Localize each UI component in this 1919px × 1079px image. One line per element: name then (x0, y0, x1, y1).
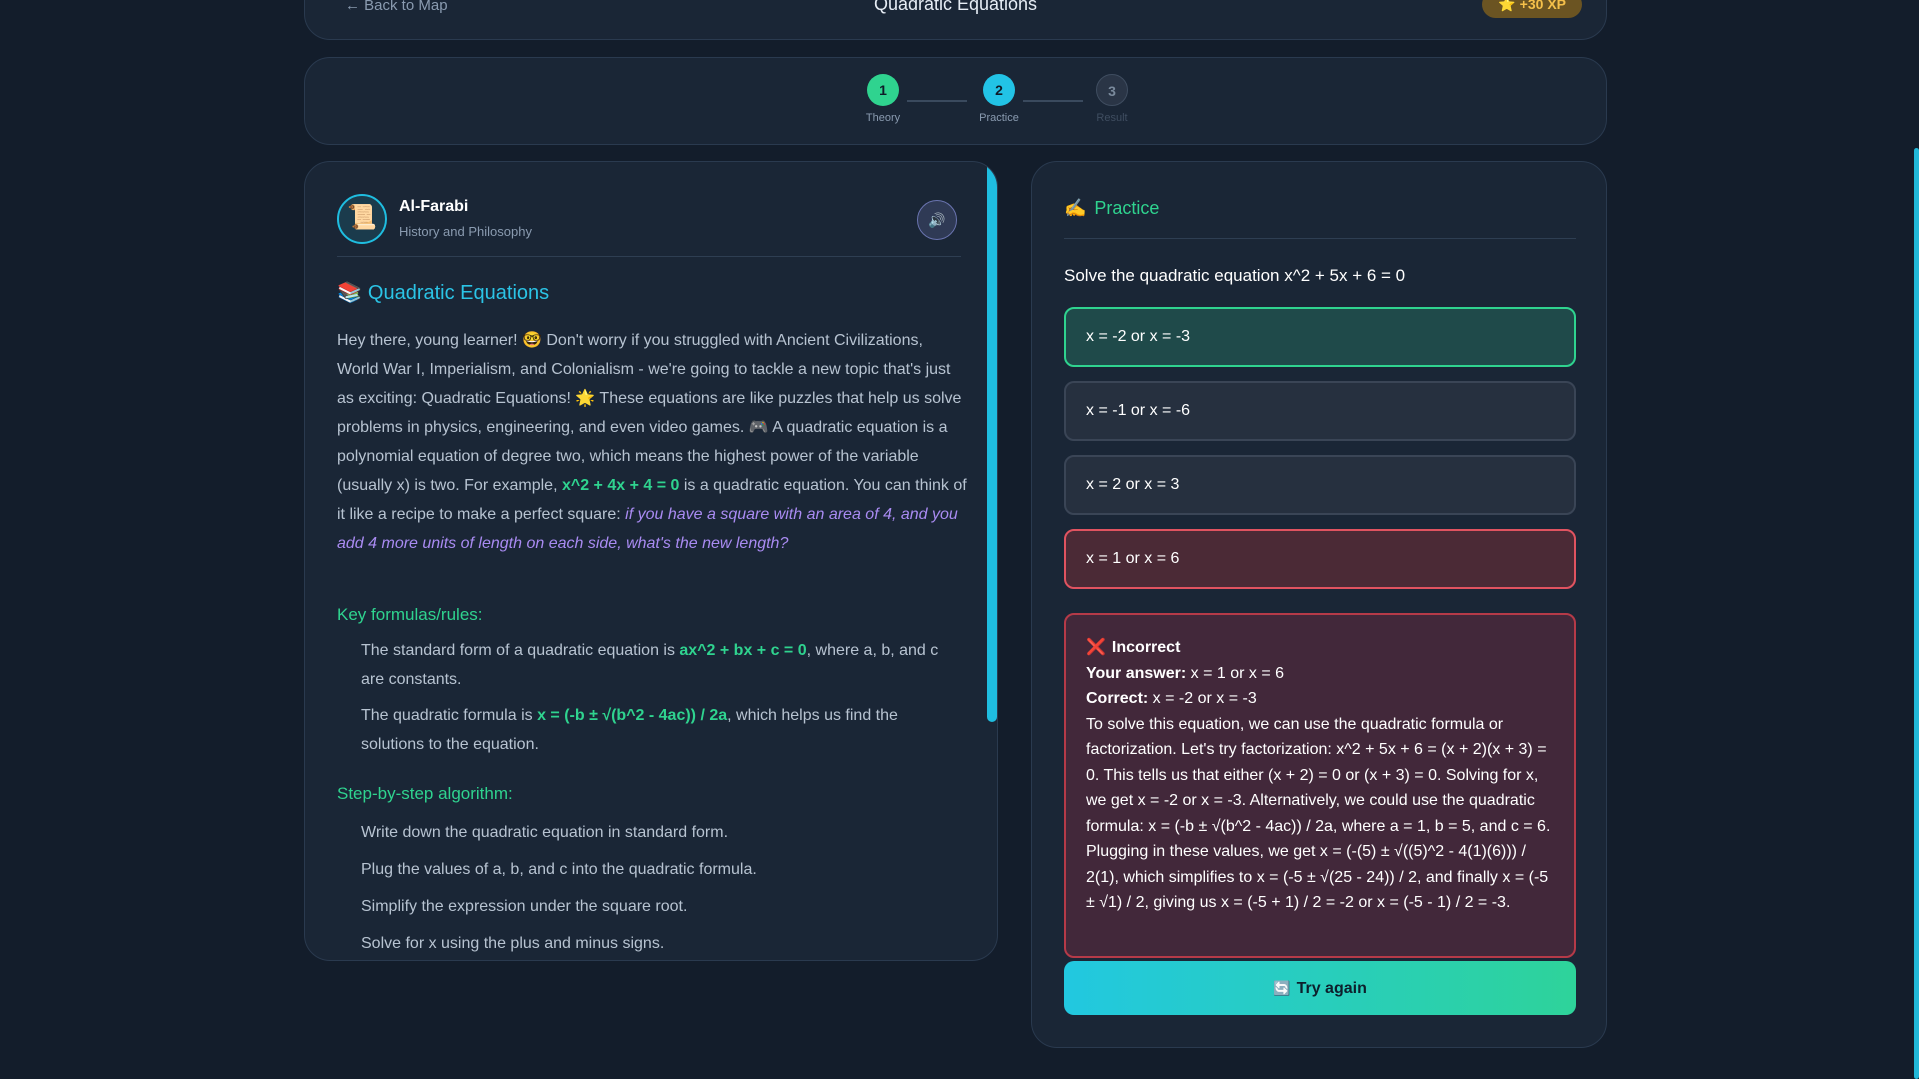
step-circle: 1 (867, 74, 899, 106)
algorithm-step: Plug the values of a, b, and c into the … (361, 861, 757, 878)
lesson-title-text: Quadratic Equations (367, 282, 550, 304)
try-again-button[interactable]: 🔄 Try again (1064, 961, 1576, 1015)
answer-option[interactable]: x = -2 or x = -3 (1064, 307, 1576, 367)
answer-option[interactable]: x = 2 or x = 3 (1064, 455, 1576, 515)
page-title: Quadratic Equations (873, 0, 1038, 14)
practice-header: ✍️ Practice (1064, 198, 1159, 219)
formula-highlight: x = (-b ± √(b^2 - 4ac)) / 2a (537, 707, 728, 724)
formula-text: The quadratic formula is (361, 707, 538, 724)
teacher-avatar: 📜 (337, 194, 387, 244)
step-circle: 3 (1096, 74, 1128, 106)
step-label: Result (1096, 112, 1128, 124)
answer-option[interactable]: x = -1 or x = -6 (1064, 381, 1576, 441)
your-answer-label: Your answer: (1086, 664, 1187, 682)
feedback-status-text: Incorrect (1111, 639, 1181, 656)
your-answer-line: Your answer: x = 1 or x = 6 (1086, 661, 1554, 687)
formula-item: The quadratic formula is x = (-b ± √(b^2… (361, 701, 951, 759)
books-icon: 📚 (337, 282, 362, 304)
formula-highlight: ax^2 + bx + c = 0 (679, 642, 807, 659)
correct-answer-value: x = -2 or x = -3 (1148, 690, 1257, 707)
formulas-heading: Key formulas/rules: (337, 605, 483, 624)
step-circle: 2 (983, 74, 1015, 106)
lesson-intro: Hey there, young learner! 🤓 Don't worry … (337, 326, 967, 558)
algorithm-step: Write down the quadratic equation in sta… (361, 824, 729, 841)
step-connector (907, 100, 967, 102)
audio-button[interactable]: 🔊 (917, 200, 957, 240)
speaker-icon: 🔊 (928, 212, 946, 228)
question-text: Solve the quadratic equation x^2 + 5x + … (1064, 266, 1406, 285)
try-again-label: Try again (1296, 980, 1367, 997)
step-label: Theory (865, 112, 901, 124)
teacher-subject: History and Philosophy (399, 224, 532, 239)
xp-badge: ⭐ +30 XP (1482, 0, 1582, 18)
answer-option[interactable]: x = 1 or x = 6 (1064, 529, 1576, 589)
your-answer-value: x = 1 or x = 6 (1186, 664, 1284, 682)
example-equation: x^2 + 4x + 4 = 0 (561, 477, 680, 494)
divider (337, 256, 961, 257)
scroll-icon: 📜 (347, 204, 377, 231)
lesson-header: ← Back to Map Quadratic Equations ⭐ +30 … (304, 0, 1607, 40)
writing-hand-icon: ✍️ (1064, 198, 1087, 218)
feedback-explanation: To solve this equation, we can use the q… (1086, 715, 1551, 912)
step-label: Practice (979, 112, 1019, 124)
correct-answer-line: Correct: x = -2 or x = -3 (1086, 686, 1554, 712)
correct-answer-label: Correct: (1086, 690, 1149, 707)
practice-panel: ✍️ Practice Solve the quadratic equation … (1031, 161, 1607, 1048)
refresh-icon: 🔄 (1273, 980, 1291, 996)
algorithm-step: Simplify the expression under the square… (361, 898, 688, 915)
page-scrollbar[interactable] (1914, 148, 1919, 1079)
cross-icon: ❌ (1086, 639, 1106, 656)
step-theory: 1 Theory (843, 74, 923, 124)
teacher-name: Al-Farabi (399, 198, 469, 215)
feedback-box: ❌ Incorrect Your answer: x = 1 or x = 6 C… (1064, 613, 1576, 958)
formula-text: The standard form of a quadratic equatio… (361, 642, 680, 659)
theory-panel: 📜 Al-Farabi History and Philosophy 🔊 📚 Qu… (304, 161, 998, 961)
formula-item: The standard form of a quadratic equatio… (361, 636, 951, 694)
theory-scrollbar[interactable] (987, 162, 997, 722)
intro-text: Hey there, young learner! 🤓 Don't worry … (337, 332, 962, 494)
feedback-status: ❌ Incorrect (1086, 635, 1554, 661)
step-result: 3 Result (1072, 74, 1152, 124)
step-practice: 2 Practice (959, 74, 1039, 124)
lesson-title: 📚 Quadratic Equations (337, 280, 549, 305)
practice-header-text: Practice (1094, 198, 1160, 218)
progress-stepper: 1 Theory 2 Practice 3 Result (304, 57, 1607, 145)
divider (1064, 238, 1576, 239)
algorithm-step: Solve for x using the plus and minus sig… (361, 935, 665, 952)
algorithm-heading: Step-by-step algorithm: (337, 784, 513, 803)
